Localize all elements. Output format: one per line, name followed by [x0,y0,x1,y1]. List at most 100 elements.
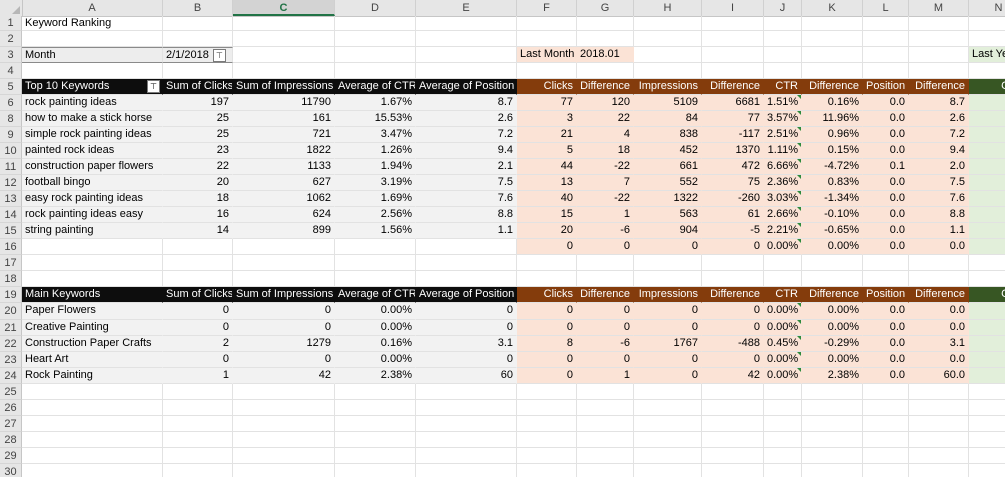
row-header-20[interactable]: 20 [0,303,22,320]
cell-m[interactable]: 1.1 [909,223,969,239]
cell-a[interactable] [22,31,163,47]
cell-c[interactable]: 1822 [233,143,335,159]
cell-b[interactable] [163,239,233,255]
cell-c[interactable]: 624 [233,207,335,223]
cell-e[interactable]: 3.1 [416,336,517,352]
cell-h[interactable] [634,31,702,47]
cell-a[interactable] [22,239,163,255]
cell-j[interactable]: 0.00% [764,352,802,368]
cell-j[interactable]: 2.36% [764,175,802,191]
cell-e[interactable]: 2.6 [416,111,517,127]
cell-f[interactable]: 0 [517,239,577,255]
row-header-4[interactable]: 4 [0,63,22,79]
cell-c[interactable]: 1279 [233,336,335,352]
cell-a[interactable] [22,400,163,416]
row-header-22[interactable]: 22 [0,336,22,352]
row-header-27[interactable]: 27 [0,416,22,432]
cell-l[interactable]: 0.0 [863,368,909,384]
cell-m[interactable]: 3.1 [909,336,969,352]
cell-c[interactable] [233,47,335,63]
cell-d[interactable]: 1.94% [335,159,416,175]
cell-b[interactable] [163,384,233,400]
cell-a[interactable]: Construction Paper Crafts [22,336,163,352]
header-e[interactable]: Average of Position [416,287,517,303]
cell-m[interactable]: 0.0 [909,320,969,336]
cell-k[interactable] [802,271,863,287]
cell-m[interactable]: 2.0 [909,159,969,175]
cell-f[interactable]: 3 [517,111,577,127]
cell-b[interactable]: 2 [163,336,233,352]
cell-e[interactable]: 0 [416,320,517,336]
cell-j[interactable] [764,31,802,47]
header-e[interactable]: Average of Position [416,79,517,95]
cell-f[interactable] [517,255,577,271]
cell-m[interactable] [909,47,969,63]
cell-m[interactable]: 0.0 [909,239,969,255]
cell-i[interactable]: -260 [702,191,764,207]
cell-m[interactable] [909,400,969,416]
header-i[interactable]: Difference [702,287,764,303]
cell-b[interactable]: 0 [163,320,233,336]
header-l[interactable]: Position [863,79,909,95]
cell-n[interactable] [969,207,1005,223]
cell-n[interactable] [969,464,1005,477]
cell-c[interactable] [233,384,335,400]
cell-a[interactable] [22,416,163,432]
cell-l[interactable] [863,384,909,400]
header-n[interactable]: Click [969,79,1005,95]
cell-d[interactable]: 3.47% [335,127,416,143]
header-b[interactable]: Sum of Clicks [163,79,233,95]
row-header-21[interactable]: 21 [0,320,22,336]
cell-j[interactable]: 1.51% [764,95,802,111]
cell-e[interactable] [416,255,517,271]
cell-l[interactable] [863,464,909,477]
cell-j[interactable]: 1.11% [764,143,802,159]
sheet-title-cell[interactable]: Keyword Ranking [22,16,163,31]
row-header-23[interactable]: 23 [0,352,22,368]
cell-n[interactable] [969,159,1005,175]
cell-g[interactable]: 0 [577,352,634,368]
cell-d[interactable]: 1.26% [335,143,416,159]
cell-g[interactable] [577,255,634,271]
cell-g[interactable]: 1 [577,368,634,384]
cell-i[interactable]: 42 [702,368,764,384]
cell-j[interactable]: 0.00% [764,320,802,336]
cell-h[interactable]: 661 [634,159,702,175]
cell-h[interactable]: 1767 [634,336,702,352]
header-n[interactable]: Click [969,287,1005,303]
cell-m[interactable] [909,416,969,432]
cell-g[interactable]: -6 [577,336,634,352]
cell-e[interactable] [416,63,517,79]
cell-i[interactable] [702,47,764,63]
cell-i[interactable]: 6681 [702,95,764,111]
cell-e[interactable] [416,31,517,47]
header-l[interactable]: Position [863,287,909,303]
cell-e[interactable]: 8.7 [416,95,517,111]
header-j[interactable]: CTR [764,287,802,303]
cell-a[interactable]: Rock Painting [22,368,163,384]
cell-b[interactable] [163,16,233,31]
cell-f[interactable]: 5 [517,143,577,159]
cell-k[interactable]: 0.15% [802,143,863,159]
row-header-16[interactable]: 16 [0,239,22,255]
cell-j[interactable]: 6.66% [764,159,802,175]
cell-n[interactable] [969,448,1005,464]
cell-e[interactable]: 7.6 [416,191,517,207]
cell-e[interactable]: 0 [416,352,517,368]
cell-f[interactable]: 44 [517,159,577,175]
cell-f[interactable] [517,432,577,448]
cell-j[interactable] [764,432,802,448]
cell-n[interactable] [969,16,1005,31]
cell-k[interactable]: -4.72% [802,159,863,175]
cell-j[interactable]: 3.03% [764,191,802,207]
cell-l[interactable]: 0.0 [863,223,909,239]
cell-e[interactable]: 0 [416,303,517,320]
cell-d[interactable]: 2.38% [335,368,416,384]
cell-h[interactable]: 1322 [634,191,702,207]
cell-b[interactable]: 20 [163,175,233,191]
cell-l[interactable] [863,448,909,464]
cell-e[interactable] [416,271,517,287]
header-h[interactable]: Impressions [634,287,702,303]
cell-n[interactable] [969,95,1005,111]
cell-j[interactable]: 0.45% [764,336,802,352]
